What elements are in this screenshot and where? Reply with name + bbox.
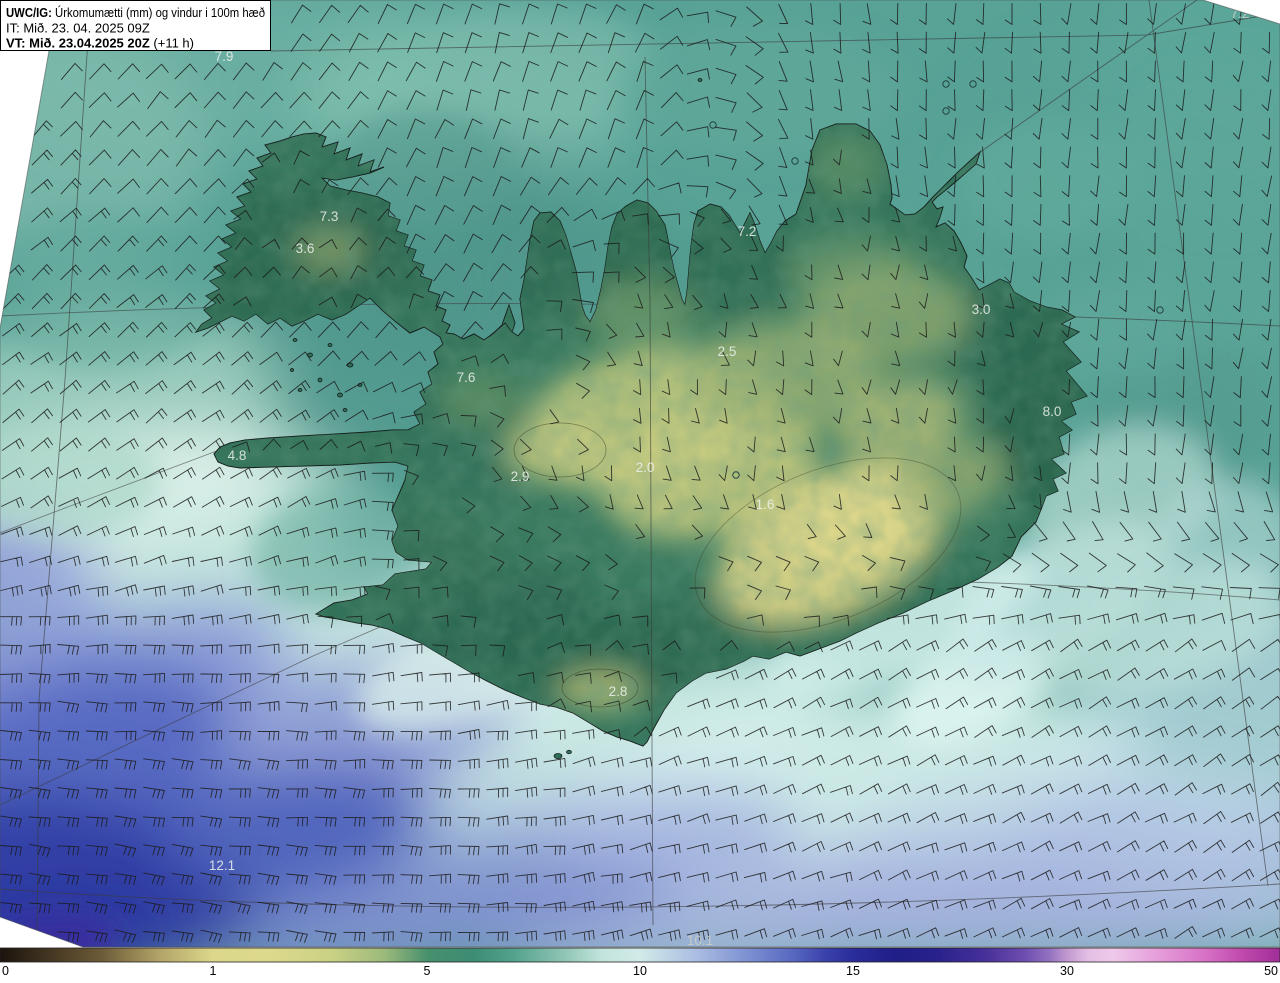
svg-text:IT: Mið. 23. 04. 2025 09Z: IT: Mið. 23. 04. 2025 09Z [6,21,150,36]
svg-text:3.0: 3.0 [972,302,991,317]
svg-text:7.6: 7.6 [457,370,476,385]
svg-text:3.6: 3.6 [296,241,315,256]
svg-text:0: 0 [2,964,9,978]
svg-text:5: 5 [424,964,431,978]
svg-text:50: 50 [1264,964,1278,978]
svg-text:7.3: 7.3 [320,209,339,224]
svg-text:7.9: 7.9 [215,49,234,64]
svg-text:2.5: 2.5 [718,344,737,359]
svg-text:8.0: 8.0 [1043,404,1062,419]
svg-text:2.9: 2.9 [511,469,530,484]
svg-text:30: 30 [1060,964,1074,978]
svg-text:UWC/IG: Úrkomumætti (mm) og vi: UWC/IG: Úrkomumætti (mm) og vindur i 100… [6,5,265,20]
svg-text:1.6: 1.6 [756,497,775,512]
svg-text:2.8: 2.8 [609,684,628,699]
svg-text:10.1: 10.1 [687,933,713,948]
svg-text:7.2: 7.2 [738,224,757,239]
svg-text:VT: Mið. 23.04.2025 20Z (+11 h: VT: Mið. 23.04.2025 20Z (+11 h) [6,36,194,51]
svg-text:12.1: 12.1 [209,858,235,873]
svg-text:2.0: 2.0 [636,460,655,475]
svg-text:4.8: 4.8 [228,448,247,463]
svg-text:10: 10 [633,964,647,978]
svg-text:1: 1 [210,964,217,978]
svg-text:15: 15 [846,964,860,978]
